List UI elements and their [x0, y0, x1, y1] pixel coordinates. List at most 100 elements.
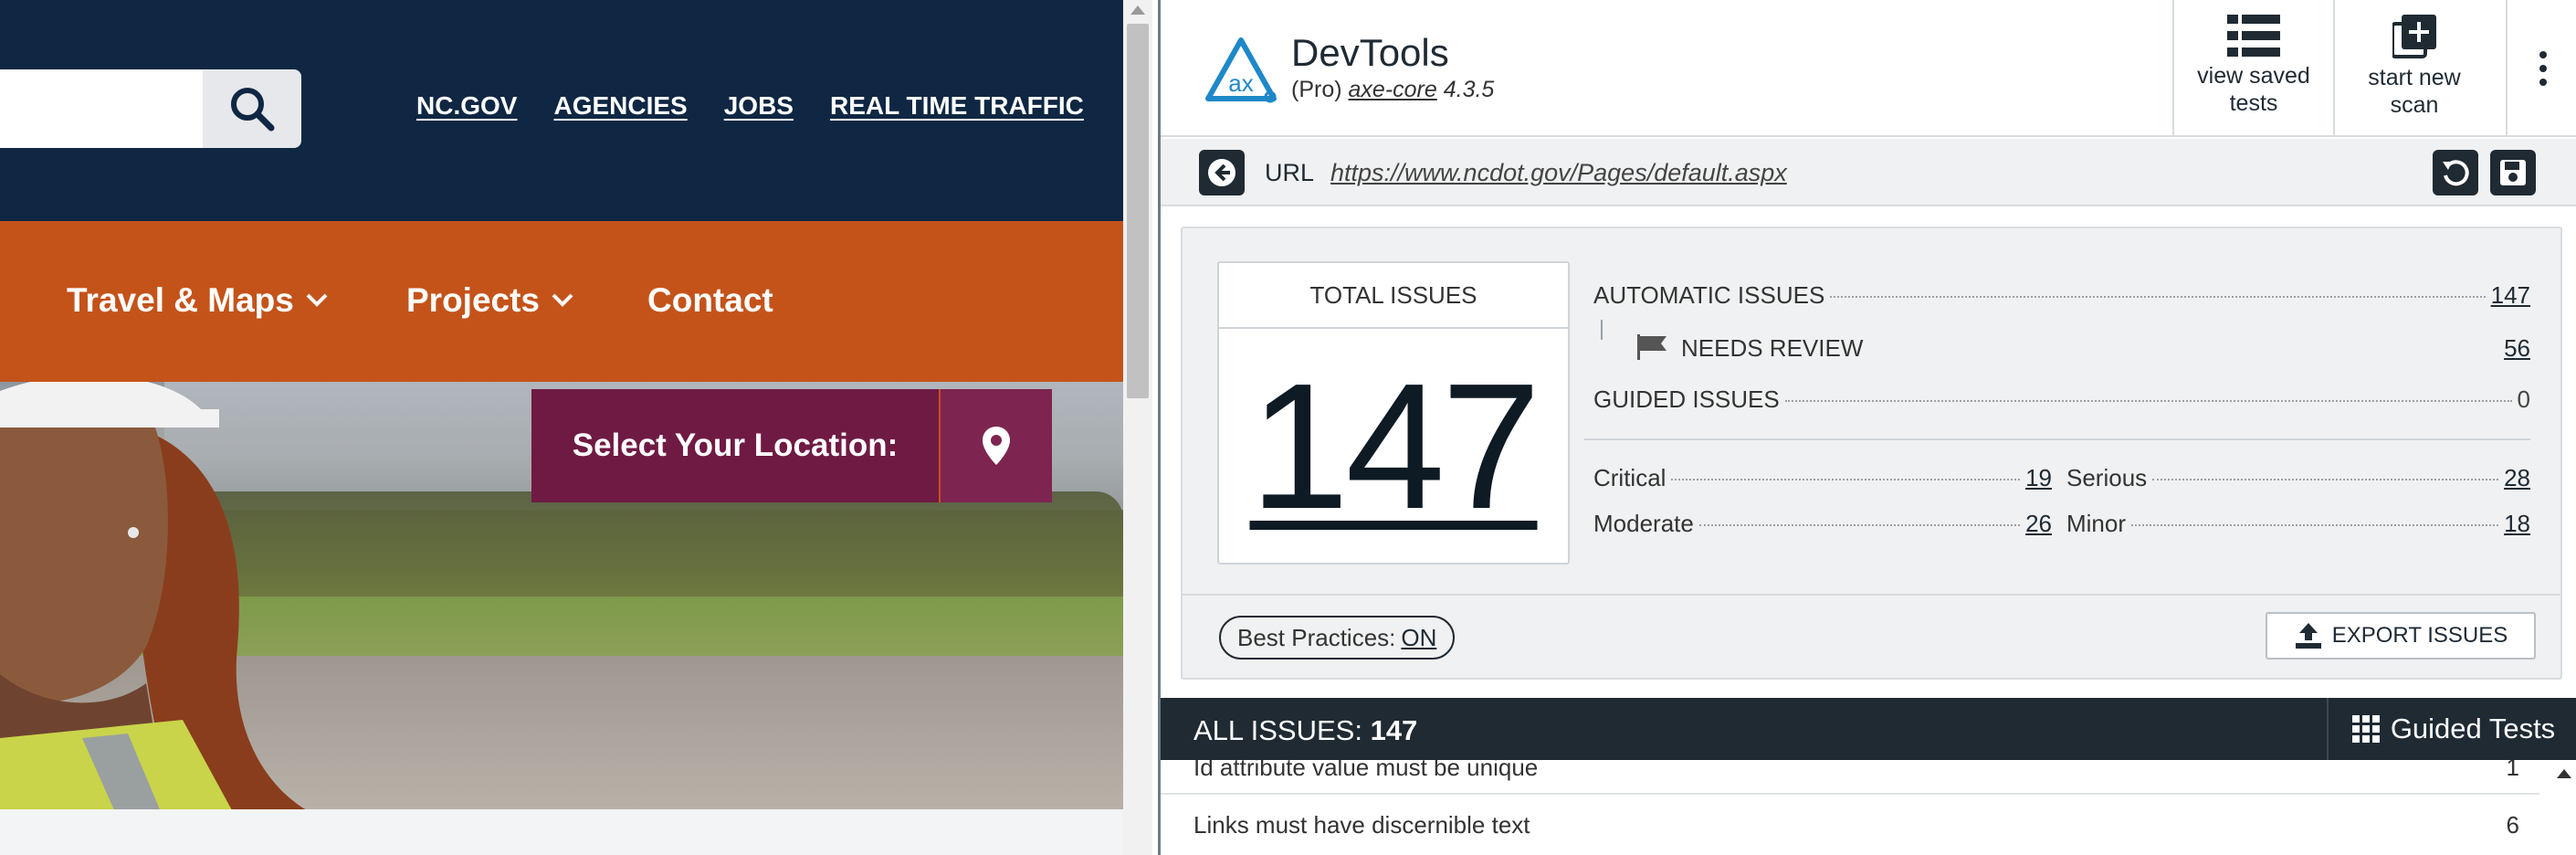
nav-travel-maps-label: Travel & Maps [67, 281, 294, 319]
scanned-url-link[interactable]: https://www.ncdot.gov/Pages/default.aspx [1330, 159, 1787, 187]
export-issues-button[interactable]: EXPORT ISSUES [2266, 612, 2536, 660]
website-scrollbar[interactable] [1123, 0, 1152, 855]
nav-contact-label: Contact [647, 281, 773, 319]
site-main-nav: Travel & Maps Projects Contact [0, 221, 1123, 382]
website-viewport: NC.GOV AGENCIES JOBS REAL TIME TRAFFIC T… [0, 0, 1123, 855]
automatic-issues-label: AUTOMATIC ISSUES [1593, 281, 1825, 309]
hero-image: Select Your Location: [0, 382, 1123, 809]
top-link-agencies[interactable]: AGENCIES [553, 91, 687, 121]
select-location-label: Select Your Location: [531, 389, 939, 502]
app-title: DevTools [1291, 31, 1449, 74]
dot-leader [1784, 400, 2512, 402]
issue-label: Links must have discernible text [1193, 810, 1530, 839]
upload-icon [2295, 623, 2321, 649]
dot-leader [1698, 524, 2021, 526]
nav-contact[interactable]: Contact [647, 281, 773, 320]
devtools-header: ax DevTools (Pro) axe-core 4.3.5 view sa… [1161, 0, 2576, 137]
guided-issues-row: GUIDED ISSUES 0 [1593, 385, 2530, 414]
chevron-down-icon [552, 293, 573, 307]
top-link-ncgov[interactable]: NC.GOV [416, 91, 517, 121]
axe-devtools-panel: ax DevTools (Pro) axe-core 4.3.5 view sa… [1158, 0, 2576, 855]
more-options-icon[interactable] [2506, 0, 2576, 137]
save-icon[interactable] [2490, 150, 2536, 195]
issue-list: Id attribute value must be unique 1 Link… [1161, 760, 2576, 855]
start-new-scan-label: start new scan [2368, 65, 2461, 118]
top-link-jobs[interactable]: JOBS [724, 91, 794, 121]
dot-leader [1671, 479, 2021, 480]
needs-review-label: NEEDS REVIEW [1681, 334, 1864, 362]
axe-core-version: 4.3.5 [1443, 77, 1495, 102]
export-issues-label: EXPORT ISSUES [2331, 623, 2508, 648]
serious-row: Serious 28 [2066, 464, 2530, 492]
back-arrow-icon[interactable] [1199, 150, 1245, 195]
nav-travel-maps[interactable]: Travel & Maps [67, 281, 329, 320]
scroll-up-arrow-icon[interactable] [2557, 769, 2571, 778]
issue-list-scrollbar[interactable] [2551, 760, 2575, 855]
issue-row[interactable]: Links must have discernible text 6 [1161, 797, 2539, 853]
moderate-label: Moderate [1593, 510, 1694, 537]
chevron-down-icon [306, 293, 328, 307]
svg-text:ax: ax [1228, 69, 1253, 97]
url-bar: URL https://www.ncdot.gov/Pages/default.… [1161, 139, 2576, 206]
flag-icon [1637, 334, 1667, 360]
automatic-issues-count[interactable]: 147 [2491, 281, 2530, 310]
guided-tests-tab[interactable]: Guided Tests [2327, 698, 2576, 760]
moderate-count[interactable]: 26 [2025, 510, 2052, 538]
critical-label: Critical [1593, 464, 1667, 491]
scroll-up-arrow-icon[interactable] [1130, 5, 1145, 15]
nav-projects[interactable]: Projects [406, 281, 574, 320]
start-new-scan-button[interactable]: start new scan [2333, 0, 2494, 137]
critical-row: Critical 19 [1593, 464, 2052, 492]
top-links: NC.GOV AGENCIES JOBS REAL TIME TRAFFIC [416, 91, 1120, 121]
tree-connector [1601, 320, 1619, 340]
view-saved-tests-label: view saved tests [2197, 63, 2310, 116]
guided-tests-label: Guided Tests [2390, 712, 2556, 744]
issue-count: 6 [2506, 810, 2519, 839]
moderate-row: Moderate 26 [1593, 510, 2052, 538]
dot-leader [1868, 349, 2498, 351]
serious-label: Serious [2066, 464, 2148, 491]
issue-label: Id attribute value must be unique [1193, 760, 1539, 781]
site-search-button[interactable] [203, 69, 301, 148]
rescan-icon[interactable] [2433, 150, 2478, 195]
list-icon [2227, 15, 2280, 57]
hero-person-illustration [0, 382, 306, 809]
all-issues-count: 147 [1370, 714, 1418, 746]
view-saved-tests-button[interactable]: view saved tests [2172, 0, 2333, 137]
app-subtitle: (Pro) axe-core 4.3.5 [1291, 77, 1494, 103]
needs-review-row: NEEDS REVIEW 56 [1635, 329, 2530, 363]
axe-logo-icon: ax [1205, 37, 1277, 103]
minor-row: Minor 18 [2066, 510, 2530, 538]
all-issues-heading: ALL ISSUES: 147 [1193, 714, 1417, 747]
url-label: URL [1265, 159, 1315, 186]
grid-icon [2351, 715, 2380, 743]
website-scrollbar-thumb[interactable] [1127, 24, 1149, 398]
issue-row[interactable]: Id attribute value must be unique 1 [1161, 760, 2539, 795]
guided-issues-label: GUIDED ISSUES [1593, 385, 1780, 413]
critical-count[interactable]: 19 [2025, 464, 2052, 492]
summary-footer-divider [1183, 594, 2560, 596]
all-issues-label: ALL ISSUES: [1193, 714, 1362, 746]
best-practices-label: Best Practices: [1237, 623, 1396, 651]
select-location-button[interactable]: Select Your Location: [531, 389, 1052, 502]
total-issues-count[interactable]: 147 [1219, 329, 1568, 563]
site-search-input[interactable] [0, 69, 203, 148]
app-edition: (Pro) [1291, 77, 1342, 102]
nav-projects-label: Projects [406, 281, 541, 319]
best-practices-state: ON [1401, 623, 1437, 651]
axe-core-link[interactable]: axe-core [1349, 77, 1437, 102]
issue-count: 1 [2506, 760, 2519, 781]
top-link-traffic[interactable]: REAL TIME TRAFFIC [830, 91, 1084, 121]
total-issues-card: TOTAL ISSUES 147 [1217, 261, 1570, 565]
total-issues-title: TOTAL ISSUES [1219, 263, 1568, 329]
dot-leader [2152, 479, 2499, 480]
summary-divider [1584, 438, 2530, 440]
needs-review-count[interactable]: 56 [2504, 334, 2530, 363]
serious-count[interactable]: 28 [2504, 464, 2530, 492]
issues-summary: TOTAL ISSUES 147 AUTOMATIC ISSUES 147 NE… [1181, 227, 2562, 680]
search-icon [231, 88, 275, 132]
dot-leader [2131, 524, 2499, 526]
minor-count[interactable]: 18 [2504, 510, 2530, 538]
best-practices-toggle[interactable]: Best Practices: ON [1219, 616, 1456, 660]
automatic-issues-row: AUTOMATIC ISSUES 147 [1593, 281, 2530, 310]
